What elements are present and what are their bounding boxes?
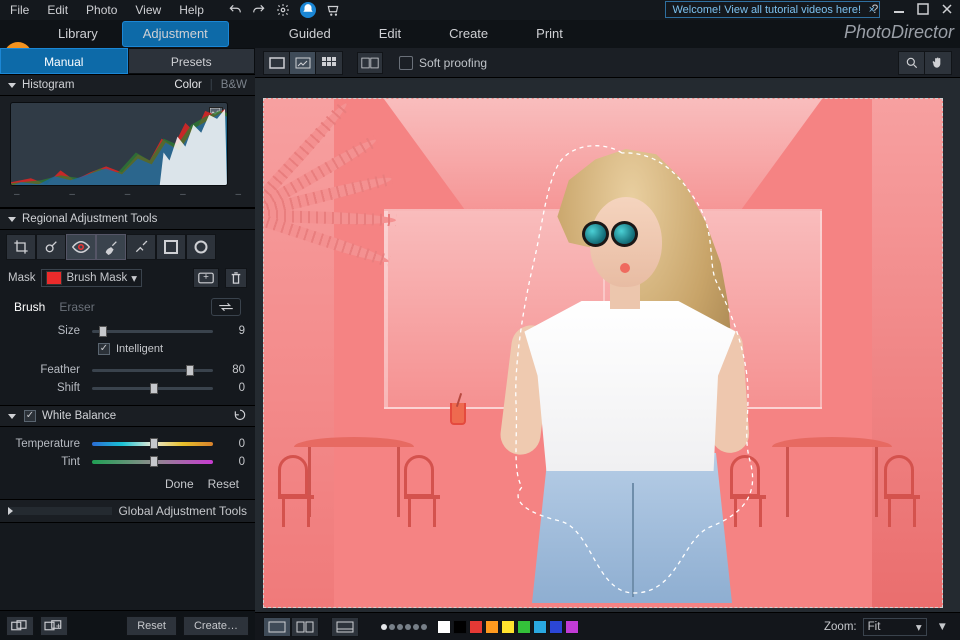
slider-shift-label: Shift (0, 382, 84, 394)
zoom-select[interactable]: Fit ▾ (863, 618, 927, 636)
gear-icon[interactable] (276, 3, 290, 17)
slider-shift-value: 0 (221, 382, 245, 394)
crop-tool-icon[interactable] (6, 234, 36, 260)
soft-proofing-checkbox[interactable]: Soft proofing (399, 56, 487, 70)
slider-feather-label: Feather (0, 364, 84, 376)
tab-edit[interactable]: Edit (355, 20, 425, 48)
histogram-mode-bw[interactable]: B&W (221, 79, 247, 91)
radial-mask-tool-icon[interactable] (186, 234, 216, 260)
smart-brush-tool-icon[interactable] (126, 234, 156, 260)
zoom-label: Zoom: (824, 621, 857, 633)
tab-guided[interactable]: Guided (265, 20, 355, 48)
section-white-balance-label: White Balance (42, 410, 116, 422)
slider-size-value: 9 (221, 325, 245, 337)
view-grid-icon[interactable] (316, 52, 342, 74)
intelligent-checkbox[interactable]: ✓ Intelligent (0, 340, 255, 361)
histogram-mode-color[interactable]: Color (174, 79, 201, 91)
section-regional-header[interactable]: Regional Adjustment Tools (0, 208, 255, 230)
before-after-split-icon[interactable] (291, 617, 319, 637)
spot-removal-tool-icon[interactable] (36, 234, 66, 260)
mask-color-swatch (46, 271, 62, 285)
reset-section-icon[interactable] (233, 409, 247, 423)
delete-mask-icon[interactable] (225, 268, 247, 288)
close-window-icon[interactable] (938, 0, 956, 18)
cart-icon[interactable] (326, 3, 340, 17)
collapse-icon (8, 217, 16, 222)
slider-shift[interactable] (92, 387, 213, 390)
redeye-tool-icon[interactable] (66, 234, 96, 260)
chevron-down-icon: ▾ (916, 620, 922, 634)
before-after-single-icon[interactable] (263, 617, 291, 637)
minimize-icon[interactable] (890, 0, 908, 18)
tutorial-banner-label: Welcome! View all tutorial videos here! (672, 4, 861, 16)
add-mask-icon[interactable] (193, 268, 219, 288)
undo-icon[interactable] (228, 3, 242, 17)
section-histogram-header[interactable]: Histogram Color | B&W (0, 74, 255, 96)
view-single-image-icon[interactable] (290, 52, 316, 74)
view-single-icon[interactable] (264, 52, 290, 74)
slider-feather-value: 80 (221, 364, 245, 376)
section-global-label: Global Adjustment Tools (118, 504, 247, 518)
collapse-icon (8, 83, 16, 88)
footer-create-button[interactable]: Create… (183, 616, 249, 636)
slider-temperature[interactable] (92, 442, 213, 446)
brush-tool-icon[interactable] (96, 234, 126, 260)
zoom-tool-icon[interactable] (899, 52, 925, 74)
mode-eraser[interactable]: Eraser (59, 300, 94, 314)
slider-feather[interactable] (92, 369, 213, 372)
compare-view-icon[interactable] (357, 52, 383, 74)
slider-temperature-label: Temperature (0, 438, 84, 450)
swap-mode-icon[interactable] (211, 298, 241, 316)
mask-label: Mask (8, 272, 35, 284)
section-regional-label: Regional Adjustment Tools (22, 213, 157, 225)
slider-tint[interactable] (92, 460, 213, 464)
collapse-icon (8, 414, 16, 419)
maximize-icon[interactable] (914, 0, 932, 18)
mode-brush[interactable]: Brush (14, 300, 45, 314)
gradient-mask-tool-icon[interactable] (156, 234, 186, 260)
redo-icon[interactable] (252, 3, 266, 17)
tutorial-banner[interactable]: Welcome! View all tutorial videos here! … (665, 1, 880, 18)
mask-name: Brush Mask (66, 272, 127, 284)
canvas-image[interactable] (263, 98, 943, 608)
slider-size-label: Size (0, 325, 84, 337)
slider-tint-value: 0 (221, 456, 245, 468)
slider-temperature-value: 0 (221, 438, 245, 450)
histogram-display (10, 102, 228, 186)
copy-adjustments-icon[interactable] (6, 616, 34, 636)
reset-button[interactable]: Reset (208, 477, 239, 491)
mask-selector[interactable]: Brush Mask ▾ (41, 269, 142, 287)
filmstrip-toggle-icon[interactable] (331, 617, 359, 637)
brand-label: PhotoDirector (844, 22, 954, 43)
subtab-manual[interactable]: Manual (0, 48, 128, 74)
menu-photo[interactable]: Photo (86, 3, 117, 17)
chevron-down-icon[interactable]: ▼ (933, 621, 952, 633)
paste-adjustments-icon[interactable] (40, 616, 68, 636)
tab-create[interactable]: Create (425, 20, 512, 48)
chevron-down-icon: ▾ (131, 271, 137, 285)
pan-tool-icon[interactable] (925, 52, 951, 74)
menu-view[interactable]: View (135, 3, 161, 17)
slider-size[interactable] (92, 330, 213, 333)
subtab-presets[interactable]: Presets (128, 48, 256, 74)
tab-print[interactable]: Print (512, 20, 587, 48)
notification-bell-icon[interactable] (300, 2, 316, 18)
menu-file[interactable]: File (10, 3, 29, 17)
expand-icon (8, 507, 112, 515)
section-histogram-label: Histogram (22, 79, 74, 91)
section-global-header[interactable]: Global Adjustment Tools (0, 499, 255, 523)
menu-help[interactable]: Help (179, 3, 204, 17)
slider-tint-label: Tint (0, 456, 84, 468)
tab-library[interactable]: Library (34, 20, 122, 48)
mask-color-swatches[interactable] (381, 620, 579, 634)
help-icon[interactable]: ? (866, 0, 884, 18)
menu-edit[interactable]: Edit (47, 3, 68, 17)
footer-reset-button[interactable]: Reset (126, 616, 177, 636)
tab-adjustment[interactable]: Adjustment (122, 21, 229, 47)
section-white-balance-header[interactable]: ✓ White Balance (0, 405, 255, 427)
histogram-ticks: ––––– (10, 186, 245, 200)
done-button[interactable]: Done (165, 477, 194, 491)
